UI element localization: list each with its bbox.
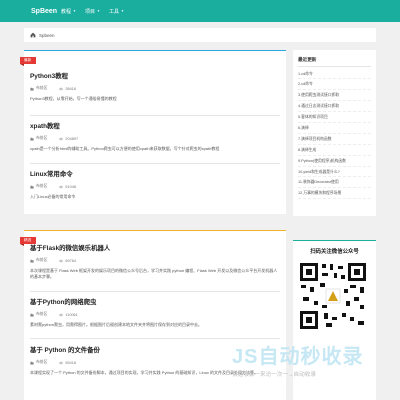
recent-update-link[interactable]: 1.cd命令 <box>298 69 371 80</box>
recent-update-link[interactable]: 10.yield和生成器是什么? <box>298 167 371 178</box>
breadcrumb-home-link[interactable]: Spbeen <box>39 33 55 38</box>
eye-icon <box>59 137 64 140</box>
article-category[interactable]: 布前区 <box>36 184 47 189</box>
article-title[interactable]: 基于Flask的微信娱乐机器人 <box>30 243 280 252</box>
qr-code-image <box>298 261 368 331</box>
recent-update-link[interactable]: 9.Python(使用程序)机构函数 <box>298 156 371 167</box>
divider <box>30 163 280 164</box>
article-meta: 布前区 69764 <box>30 258 280 263</box>
article-title[interactable]: xpath教程 <box>30 121 280 130</box>
list-item: 基于Flask的微信娱乐机器人 布前区 69764 本次课程是基于 Flask … <box>30 243 280 280</box>
recent-update-link[interactable]: 7.演绎项目机构函数 <box>298 134 371 145</box>
folder-icon <box>30 137 34 141</box>
list-item: Python3教程 布前区 38416 Python3教程，从零开始，写一个通俗… <box>30 71 280 102</box>
home-icon <box>30 32 36 38</box>
eye-icon <box>59 259 64 262</box>
recent-updates-panel: 最近更新 1.cd命令 2.cd命令 3.使用爬虫测试接口抓取 4.通过日志测试… <box>293 50 376 216</box>
site-brand[interactable]: SpBeen <box>31 8 61 15</box>
list-item: 基于Python的网络爬虫 布前区 110061 素材爬python爬虫，用爬得… <box>30 297 280 328</box>
article-description: 素材爬python爬虫，用爬得图片。根据图片后缀创建本地文件夹并将图片保存到对应… <box>30 322 203 327</box>
article-description: 入门Linux必备的常用命令 <box>30 194 76 199</box>
chevron-down-icon: ▼ <box>121 9 124 13</box>
folder-icon <box>30 259 34 263</box>
nav-menu-label: 教程 <box>61 8 72 15</box>
article-views: 69764 <box>65 258 76 263</box>
divider <box>30 291 280 292</box>
article-description: xpath是一个分析html的辅助工具。Python爬虫可以方便的使用xpath… <box>30 146 220 151</box>
nav-menu-projects[interactable]: 项目 ▼ <box>85 0 109 22</box>
article-meta: 布前区 110061 <box>30 312 280 317</box>
eye-icon <box>59 361 64 364</box>
list-item: Linux常用命令 布前区 51048 入门Linux必备的常用命令 <box>30 169 280 200</box>
folder-icon <box>30 87 34 91</box>
nav-menu-tools[interactable]: 工具 ▼ <box>109 0 133 22</box>
nav-menu-tutorials[interactable]: 教程 ▼ <box>61 0 85 22</box>
recent-update-link[interactable]: 5.客体的知识项目 <box>298 112 371 123</box>
article-views: 38416 <box>65 86 76 91</box>
recent-update-link[interactable]: 12.万事的模块和程序场景 <box>298 188 371 200</box>
recent-update-link[interactable]: 2.cd命令 <box>298 79 371 91</box>
article-category[interactable]: 布前区 <box>36 136 47 141</box>
nav-menu-label: 工具 <box>109 8 120 15</box>
eye-icon <box>59 185 64 188</box>
article-views: 51048 <box>65 184 76 189</box>
recent-update-link[interactable]: 4.通过日志测试接口抓取 <box>298 101 371 113</box>
folder-icon <box>30 313 34 317</box>
recent-updates-title: 最近更新 <box>298 57 317 62</box>
eye-icon <box>59 313 64 316</box>
top-navbar: SpBeen 教程 ▼ 项目 ▼ 工具 ▼ <box>0 0 400 22</box>
latest-articles-panel: 最新 Python3教程 布前区 38416 Python3教程，从零开始，写一… <box>20 50 286 214</box>
divider <box>298 66 371 67</box>
divider <box>30 338 280 339</box>
recent-update-link[interactable]: 11.装饰器Decorator使用 <box>298 177 371 189</box>
list-item: xpath教程 布前区 204897 xpath是一个分析html的辅助工具。P… <box>30 121 280 152</box>
article-category[interactable]: 布前区 <box>36 258 47 263</box>
article-category[interactable]: 布前区 <box>36 312 47 317</box>
article-views: 55418 <box>65 360 76 365</box>
watermark-logo: JS自动秒收录 <box>232 346 364 368</box>
article-description: 本次课程是基于 Flask Web 框架开发的娱乐项目的微信公众号后台，学习并实… <box>30 268 278 279</box>
article-title[interactable]: 基于Python的网络爬虫 <box>30 297 280 306</box>
article-meta: 布前区 38416 <box>30 86 280 91</box>
chevron-down-icon: ▼ <box>97 9 100 13</box>
eye-icon <box>59 87 64 90</box>
divider <box>30 115 280 116</box>
article-category[interactable]: 布前区 <box>36 360 47 365</box>
article-meta: 布前区 51048 <box>30 184 280 189</box>
recent-update-link[interactable]: 6.演绎 <box>298 123 371 134</box>
watermark-slogan: 快速收录一来访一次一→自动收录 <box>232 372 316 378</box>
nav-menu-label: 项目 <box>85 8 96 15</box>
folder-icon <box>30 361 34 365</box>
latest-badge: 最新 <box>20 57 37 66</box>
article-views: 204897 <box>65 136 79 141</box>
article-title[interactable]: Python3教程 <box>30 71 280 80</box>
recent-update-link[interactable]: 3.使用爬虫测试接口抓取 <box>298 90 371 102</box>
qr-title: 扫码关注微信公众号 <box>310 249 359 255</box>
breadcrumb: Spbeen <box>24 28 376 42</box>
article-category[interactable]: 布前区 <box>36 86 47 91</box>
watermark: JS自动秒收录 快速收录一来访一次一→自动收录 <box>232 340 400 400</box>
article-title[interactable]: Linux常用命令 <box>30 169 280 178</box>
article-views: 110061 <box>65 312 78 317</box>
chevron-down-icon: ▼ <box>73 9 76 13</box>
article-description: Python3教程，从零开始，写一个通俗易懂的教程 <box>30 96 117 101</box>
folder-icon <box>30 185 34 189</box>
article-meta: 布前区 204897 <box>30 136 280 141</box>
recent-update-link[interactable]: 8.演绎生成 <box>298 145 371 156</box>
